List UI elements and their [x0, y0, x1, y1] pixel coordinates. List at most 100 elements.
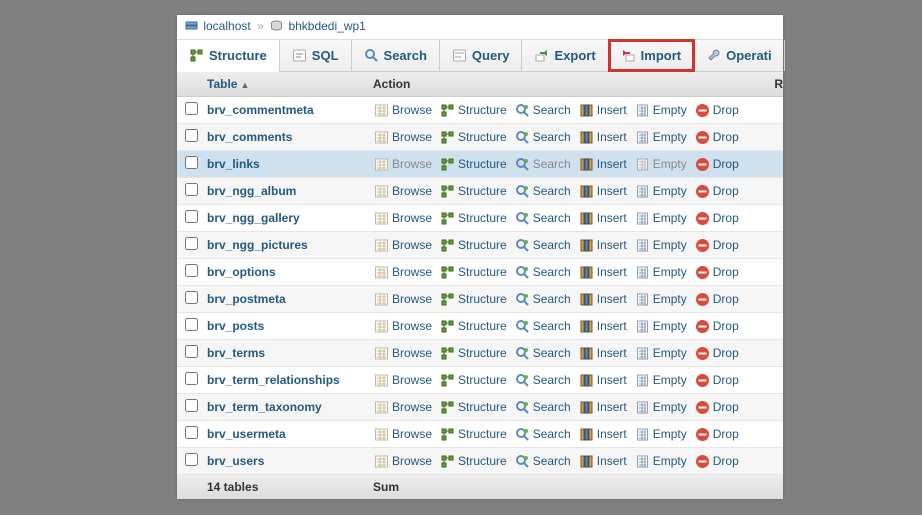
action-search[interactable]: Search [512, 156, 574, 173]
tab-search[interactable]: Search [352, 40, 440, 71]
action-drop[interactable]: Drop [692, 399, 742, 416]
action-search[interactable]: Search [512, 291, 574, 308]
row-checkbox[interactable] [185, 291, 198, 304]
action-browse[interactable]: Browse [371, 399, 435, 416]
action-search[interactable]: Search [512, 264, 574, 281]
table-name[interactable]: brv_terms [205, 341, 371, 365]
action-insert[interactable]: Insert [576, 426, 630, 443]
header-rows[interactable]: R [759, 72, 783, 96]
table-name[interactable]: brv_ngg_gallery [205, 206, 371, 230]
breadcrumb-db[interactable]: bhkbdedi_wp1 [288, 19, 365, 33]
action-insert[interactable]: Insert [576, 453, 630, 470]
action-insert[interactable]: Insert [576, 156, 630, 173]
row-checkbox[interactable] [185, 210, 198, 223]
action-browse[interactable]: Browse [371, 210, 435, 227]
row-checkbox[interactable] [185, 156, 198, 169]
action-empty[interactable]: Empty [632, 318, 690, 335]
row-checkbox[interactable] [185, 129, 198, 142]
tab-operations[interactable]: Operati [694, 40, 785, 71]
row-checkbox[interactable] [185, 237, 198, 250]
breadcrumb-host[interactable]: localhost [203, 19, 250, 33]
action-drop[interactable]: Drop [692, 237, 742, 254]
action-insert[interactable]: Insert [576, 237, 630, 254]
action-search[interactable]: Search [512, 129, 574, 146]
tab-query[interactable]: Query [440, 40, 523, 71]
action-drop[interactable]: Drop [692, 183, 742, 200]
tab-export[interactable]: Export [522, 40, 608, 71]
action-structure[interactable]: Structure [437, 318, 510, 335]
action-search[interactable]: Search [512, 210, 574, 227]
action-browse[interactable]: Browse [371, 453, 435, 470]
action-search[interactable]: Search [512, 372, 574, 389]
action-structure[interactable]: Structure [437, 399, 510, 416]
action-insert[interactable]: Insert [576, 264, 630, 281]
table-name[interactable]: brv_ngg_album [205, 179, 371, 203]
action-insert[interactable]: Insert [576, 318, 630, 335]
action-browse[interactable]: Browse [371, 318, 435, 335]
action-insert[interactable]: Insert [576, 372, 630, 389]
table-name[interactable]: brv_users [205, 449, 371, 473]
row-checkbox[interactable] [185, 102, 198, 115]
row-checkbox[interactable] [185, 399, 198, 412]
action-insert[interactable]: Insert [576, 183, 630, 200]
action-search[interactable]: Search [512, 318, 574, 335]
action-empty[interactable]: Empty [632, 453, 690, 470]
tab-structure[interactable]: Structure [177, 40, 280, 72]
action-structure[interactable]: Structure [437, 291, 510, 308]
table-name[interactable]: brv_postmeta [205, 287, 371, 311]
action-insert[interactable]: Insert [576, 291, 630, 308]
action-browse[interactable]: Browse [371, 237, 435, 254]
action-structure[interactable]: Structure [437, 426, 510, 443]
action-drop[interactable]: Drop [692, 102, 742, 119]
table-name[interactable]: brv_usermeta [205, 422, 371, 446]
action-search[interactable]: Search [512, 345, 574, 362]
action-empty[interactable]: Empty [632, 345, 690, 362]
table-name[interactable]: brv_term_relationships [205, 368, 371, 392]
action-structure[interactable]: Structure [437, 237, 510, 254]
action-browse[interactable]: Browse [371, 372, 435, 389]
row-checkbox[interactable] [185, 183, 198, 196]
action-insert[interactable]: Insert [576, 345, 630, 362]
action-search[interactable]: Search [512, 399, 574, 416]
action-structure[interactable]: Structure [437, 345, 510, 362]
action-empty[interactable]: Empty [632, 183, 690, 200]
action-drop[interactable]: Drop [692, 318, 742, 335]
tab-sql[interactable]: SQL [280, 40, 352, 71]
action-drop[interactable]: Drop [692, 156, 742, 173]
row-checkbox[interactable] [185, 426, 198, 439]
row-checkbox[interactable] [185, 453, 198, 466]
action-empty[interactable]: Empty [632, 372, 690, 389]
action-empty[interactable]: Empty [632, 156, 690, 173]
row-checkbox[interactable] [185, 264, 198, 277]
action-search[interactable]: Search [512, 183, 574, 200]
table-name[interactable]: brv_ngg_pictures [205, 233, 371, 257]
action-structure[interactable]: Structure [437, 102, 510, 119]
action-empty[interactable]: Empty [632, 426, 690, 443]
action-insert[interactable]: Insert [576, 129, 630, 146]
action-structure[interactable]: Structure [437, 183, 510, 200]
action-insert[interactable]: Insert [576, 102, 630, 119]
action-drop[interactable]: Drop [692, 264, 742, 281]
action-structure[interactable]: Structure [437, 156, 510, 173]
action-browse[interactable]: Browse [371, 291, 435, 308]
action-search[interactable]: Search [512, 102, 574, 119]
action-empty[interactable]: Empty [632, 210, 690, 227]
action-drop[interactable]: Drop [692, 129, 742, 146]
action-drop[interactable]: Drop [692, 345, 742, 362]
action-structure[interactable]: Structure [437, 264, 510, 281]
table-name[interactable]: brv_commentmeta [205, 98, 371, 122]
action-insert[interactable]: Insert [576, 399, 630, 416]
action-browse[interactable]: Browse [371, 156, 435, 173]
table-name[interactable]: brv_posts [205, 314, 371, 338]
header-table[interactable]: Table▲ [205, 72, 371, 96]
action-empty[interactable]: Empty [632, 237, 690, 254]
row-checkbox[interactable] [185, 318, 198, 331]
action-search[interactable]: Search [512, 426, 574, 443]
table-name[interactable]: brv_term_taxonomy [205, 395, 371, 419]
action-browse[interactable]: Browse [371, 183, 435, 200]
action-drop[interactable]: Drop [692, 426, 742, 443]
action-search[interactable]: Search [512, 453, 574, 470]
table-name[interactable]: brv_comments [205, 125, 371, 149]
action-browse[interactable]: Browse [371, 264, 435, 281]
action-structure[interactable]: Structure [437, 372, 510, 389]
